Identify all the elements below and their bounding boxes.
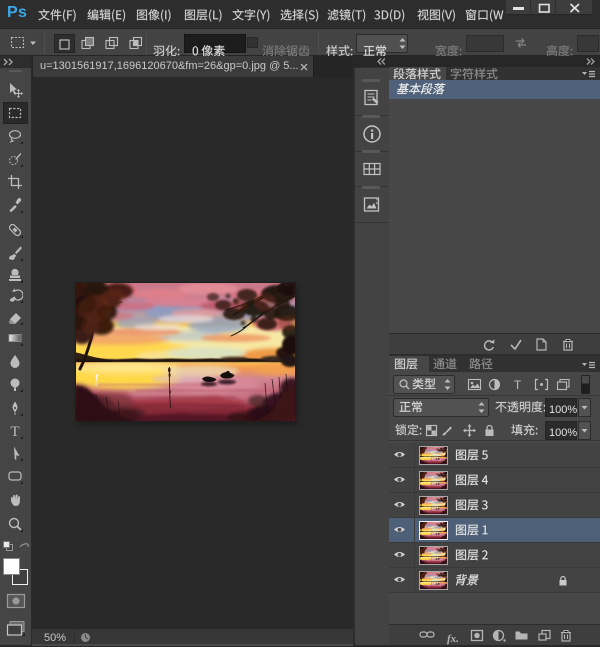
svg-text:2: 2	[376, 199, 380, 206]
svg-text:T: T	[514, 378, 522, 391]
svg-text:T: T	[10, 424, 19, 439]
